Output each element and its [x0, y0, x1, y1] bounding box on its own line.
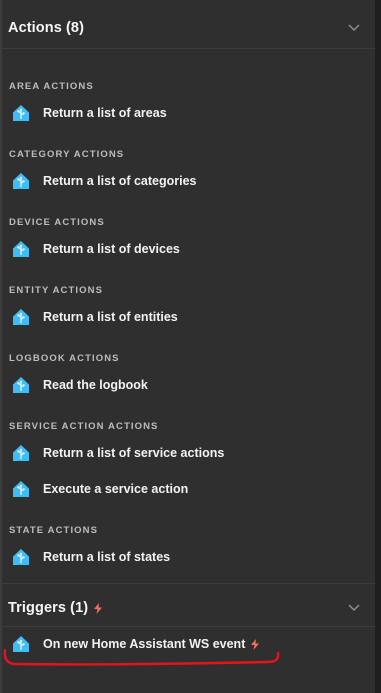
action-item-label: Execute a service action: [43, 482, 189, 496]
group-label-service-action: SERVICE ACTION ACTIONS: [9, 421, 159, 432]
annotation-underline: [3, 648, 280, 666]
home-assistant-icon: [12, 548, 30, 566]
nodes-panel: Actions (8) AREA ACTIONS Return a list o…: [0, 0, 381, 693]
home-assistant-icon: [12, 172, 30, 190]
group-label-area: AREA ACTIONS: [9, 81, 94, 92]
action-item-label: Return a list of areas: [43, 106, 167, 120]
action-item-list-service-actions[interactable]: Return a list of service actions: [2, 440, 375, 466]
action-item-label: Return a list of service actions: [43, 446, 225, 460]
action-item-label: Read the logbook: [43, 378, 148, 392]
triggers-section-title: Triggers (1): [8, 600, 89, 616]
triggers-section-title-wrap: Triggers (1): [8, 600, 103, 616]
chevron-down-icon[interactable]: [347, 21, 361, 35]
home-assistant-icon: [12, 444, 30, 462]
action-item-list-states[interactable]: Return a list of states: [2, 544, 375, 570]
group-label-category: CATEGORY ACTIONS: [9, 149, 125, 160]
action-item-list-entities[interactable]: Return a list of entities: [2, 304, 375, 330]
action-item-label: Return a list of devices: [43, 242, 180, 256]
home-assistant-icon: [12, 104, 30, 122]
divider: [2, 626, 375, 627]
actions-section-title: Actions (8): [8, 20, 85, 36]
group-label-state: STATE ACTIONS: [9, 525, 99, 536]
group-label-logbook: LOGBOOK ACTIONS: [9, 353, 120, 364]
action-item-read-logbook[interactable]: Read the logbook: [2, 372, 375, 398]
action-item-list-categories[interactable]: Return a list of categories: [2, 168, 375, 194]
group-label-entity: ENTITY ACTIONS: [9, 285, 104, 296]
home-assistant-icon: [12, 308, 30, 326]
action-item-label: Return a list of entities: [43, 310, 178, 324]
action-item-list-devices[interactable]: Return a list of devices: [2, 236, 375, 262]
action-item-label: Return a list of categories: [43, 174, 197, 188]
action-item-label: Return a list of states: [43, 550, 171, 564]
action-item-list-areas[interactable]: Return a list of areas: [2, 100, 375, 126]
triggers-section-header[interactable]: Triggers (1): [2, 595, 375, 621]
chevron-down-icon[interactable]: [347, 601, 361, 615]
action-item-execute-service-action[interactable]: Execute a service action: [2, 476, 375, 502]
home-assistant-icon: [12, 480, 30, 498]
bolt-icon: [94, 602, 103, 614]
group-label-device: DEVICE ACTIONS: [9, 217, 105, 228]
home-assistant-icon: [12, 376, 30, 394]
divider: [2, 583, 375, 584]
divider: [2, 48, 375, 49]
actions-section-header[interactable]: Actions (8): [2, 15, 375, 41]
home-assistant-icon: [12, 240, 30, 258]
